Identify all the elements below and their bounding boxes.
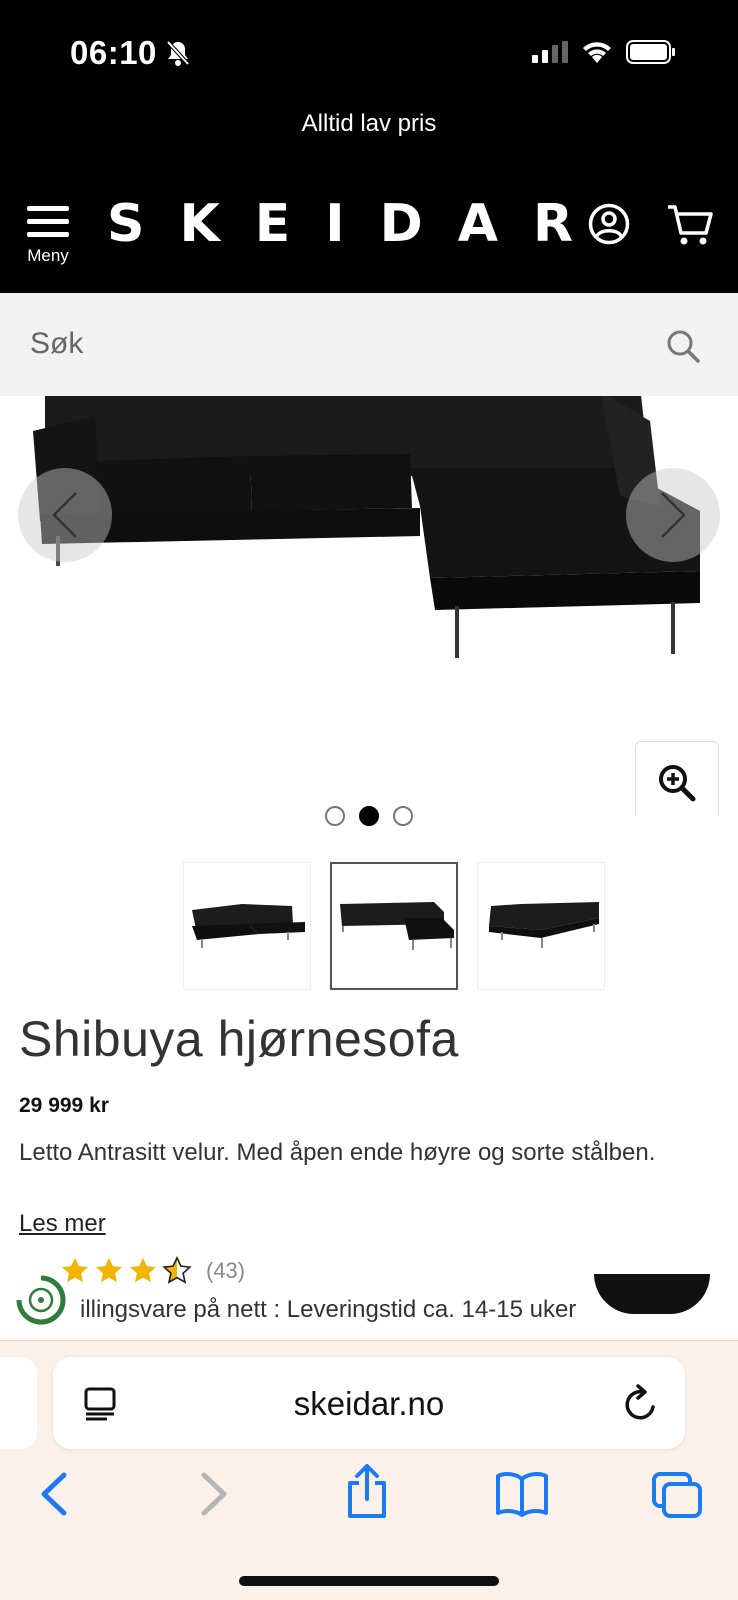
address-bar[interactable]: skeidar.no bbox=[53, 1357, 685, 1449]
carousel-dots bbox=[0, 806, 738, 826]
chevron-right-icon bbox=[661, 492, 686, 538]
sofa-thumbnail bbox=[489, 902, 599, 948]
tabs-icon[interactable] bbox=[651, 1471, 703, 1519]
chat-button[interactable] bbox=[594, 1274, 710, 1314]
url-text: skeidar.no bbox=[293, 1385, 445, 1422]
review-count: (43) bbox=[206, 1258, 246, 1283]
browser-bottom-bar: skeidar.no bbox=[0, 1340, 738, 1600]
thumbnail-2[interactable] bbox=[330, 862, 458, 990]
star-half-icon bbox=[162, 1256, 192, 1284]
search-input[interactable] bbox=[30, 317, 630, 371]
promo-banner: Alltid lav pris bbox=[301, 110, 437, 137]
thumbnail-3[interactable] bbox=[477, 862, 605, 990]
next-image-button[interactable] bbox=[626, 468, 720, 562]
product-rating[interactable]: (43) bbox=[60, 1256, 245, 1286]
cart-icon bbox=[668, 205, 713, 245]
star-full-icon bbox=[96, 1257, 122, 1283]
product-description: Letto Antrasitt velur. Med åpen ende høy… bbox=[19, 1139, 656, 1166]
previous-tab-preview[interactable] bbox=[0, 1357, 37, 1449]
thumbnail-strip bbox=[183, 862, 605, 990]
thumbnail-1[interactable] bbox=[183, 862, 311, 990]
product-price: 29 999 kr bbox=[19, 1094, 109, 1117]
delivery-info: illingsvare på nett : Leveringstid ca. 1… bbox=[80, 1296, 577, 1323]
chevron-left-icon bbox=[52, 492, 77, 538]
share-icon[interactable] bbox=[345, 1463, 389, 1519]
menu-label: Meny bbox=[27, 246, 69, 265]
battery-icon bbox=[626, 40, 675, 64]
skeidar-logo[interactable]: SKEIDAR bbox=[107, 194, 608, 254]
menu-button[interactable]: Meny bbox=[22, 204, 74, 266]
zoom-button[interactable] bbox=[635, 741, 719, 816]
home-indicator bbox=[239, 1576, 499, 1586]
cellular-signal-icon bbox=[532, 41, 568, 63]
recycle-badge-icon bbox=[16, 1275, 66, 1325]
sofa-image bbox=[33, 396, 700, 658]
sofa-thumbnail bbox=[340, 902, 454, 950]
cart-button[interactable] bbox=[666, 203, 714, 252]
status-indicators bbox=[532, 40, 676, 64]
site-header: 06:10 Alltid lav pris Meny SKEIDAR bbox=[0, 0, 738, 293]
zoom-in-icon bbox=[659, 765, 696, 802]
user-icon bbox=[588, 203, 630, 245]
hamburger-icon bbox=[27, 206, 69, 237]
carousel-dot[interactable] bbox=[325, 806, 345, 826]
read-more-link[interactable]: Les mer bbox=[19, 1210, 106, 1238]
star-full-icon bbox=[130, 1257, 156, 1283]
status-time: 06:10 bbox=[70, 34, 191, 72]
wifi-icon bbox=[583, 42, 611, 63]
browser-toolbar bbox=[0, 1464, 738, 1531]
product-title: Shibuya hjørnesofa bbox=[19, 1011, 459, 1067]
previous-image-button[interactable] bbox=[18, 468, 112, 562]
status-time-text: 06:10 bbox=[70, 34, 157, 71]
silent-bell-icon bbox=[166, 40, 190, 66]
product-image-carousel[interactable] bbox=[0, 396, 738, 816]
back-icon[interactable] bbox=[38, 1471, 70, 1517]
sofa-thumbnail bbox=[192, 904, 305, 948]
eco-badge[interactable] bbox=[14, 1273, 68, 1332]
bookmarks-icon[interactable] bbox=[495, 1471, 549, 1517]
carousel-dot-active[interactable] bbox=[359, 806, 379, 826]
search-bar bbox=[0, 293, 738, 396]
reload-icon[interactable] bbox=[623, 1383, 659, 1423]
search-icon[interactable] bbox=[666, 329, 700, 363]
forward-icon bbox=[201, 1472, 227, 1516]
account-button[interactable] bbox=[588, 203, 630, 250]
carousel-dot[interactable] bbox=[393, 806, 413, 826]
